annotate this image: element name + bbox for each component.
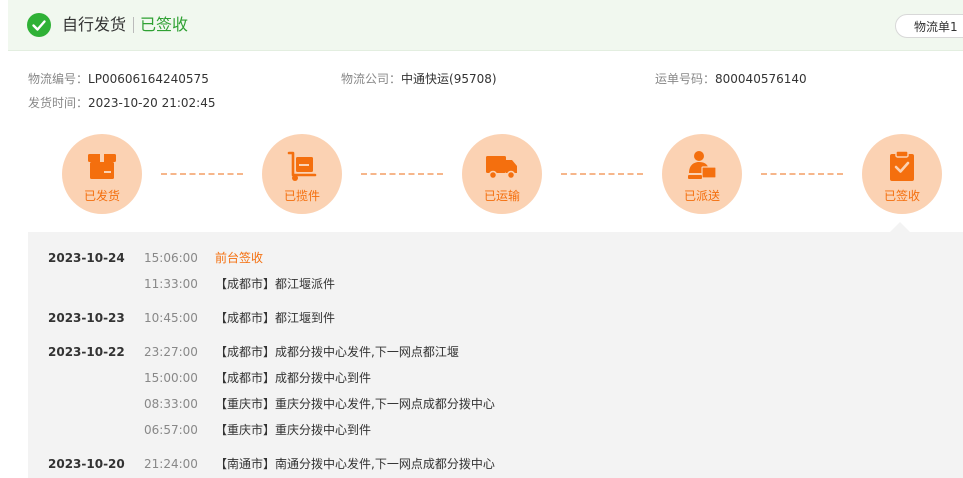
- log-time: 23:27:00: [144, 345, 198, 359]
- log-time: 15:06:00: [144, 251, 198, 265]
- step-picked-up: 已揽件: [262, 134, 342, 214]
- log-message: 【成都市】成都分拨中心到件: [215, 371, 372, 385]
- step-connector: [161, 173, 243, 175]
- log-date: 2023-10-24: [48, 251, 125, 265]
- shipping-mode: 自行发货: [62, 15, 127, 34]
- log-time: 10:45:00: [144, 311, 198, 325]
- step-in-transit: 已运输: [462, 134, 542, 214]
- log-row: 2023-10-24 15:06:00 前台签收: [28, 249, 963, 267]
- shipment-header: 自行发货 已签收 物流单1: [8, 0, 963, 51]
- truck-icon: [485, 149, 519, 183]
- delivery-status: 已签收: [140, 15, 189, 34]
- tracking-number-label: 物流编号：: [28, 72, 89, 86]
- tracking-number: 物流编号：LP00606164240575: [28, 71, 209, 87]
- log-row: 2023-10-22 23:27:00 【成都市】成都分拨中心发件,下一网点都江…: [28, 343, 963, 361]
- logistics-company: 物流公司：中通快运(95708): [341, 71, 497, 87]
- log-row: 06:57:00 【重庆市】重庆分拨中心到件: [28, 421, 963, 439]
- log-message: 【南通市】南通分拨中心发件,下一网点成都分拨中心: [215, 457, 495, 471]
- log-time: 11:33:00: [144, 277, 198, 291]
- logistics-company-value: 中通快运(95708): [401, 72, 497, 86]
- logistics-company-label: 物流公司：: [341, 72, 402, 86]
- tracking-log: 2023-10-24 15:06:00 前台签收 11:33:00 【成都市】都…: [28, 232, 963, 478]
- step-label: 已揽件: [283, 189, 320, 203]
- tab-logistics-1[interactable]: 物流单1: [895, 14, 963, 38]
- step-label: 已运输: [483, 189, 520, 203]
- log-message: 【成都市】都江堰派件: [215, 277, 336, 291]
- log-time: 06:57:00: [144, 423, 198, 437]
- log-message: 前台签收: [215, 251, 264, 265]
- waybill-number-value: 800040576140: [715, 72, 807, 86]
- log-row: 11:33:00 【成都市】都江堰派件: [28, 275, 963, 293]
- log-date: 2023-10-20: [48, 457, 125, 471]
- log-message: 【成都市】成都分拨中心发件,下一网点都江堰: [215, 345, 459, 359]
- step-shipped: 已发货: [62, 134, 142, 214]
- waybill-number-label: 运单号码：: [655, 72, 716, 86]
- step-label: 已派送: [683, 189, 720, 203]
- clipboard-check-icon: [885, 149, 919, 183]
- courier-icon: [685, 149, 719, 183]
- waybill-number: 运单号码：800040576140: [655, 71, 807, 87]
- step-connector: [761, 173, 843, 175]
- log-date: 2023-10-22: [48, 345, 125, 359]
- tracking-number-value: LP00606164240575: [88, 72, 209, 86]
- step-label: 已发货: [83, 189, 120, 203]
- step-signed: 已签收: [862, 134, 942, 214]
- log-row: 15:00:00 【成都市】成都分拨中心到件: [28, 369, 963, 387]
- log-message: 【重庆市】重庆分拨中心到件: [215, 423, 372, 437]
- hand-truck-icon: [285, 149, 319, 183]
- ship-time: 发货时间：2023-10-20 21:02:45: [28, 95, 215, 111]
- ship-time-label: 发货时间：: [28, 96, 89, 110]
- log-row: 2023-10-23 10:45:00 【成都市】都江堰到件: [28, 309, 963, 327]
- log-row: 2023-10-20 21:24:00 【南通市】南通分拨中心发件,下一网点成都…: [28, 455, 963, 473]
- step-connector: [361, 173, 443, 175]
- divider: [133, 17, 134, 33]
- log-time: 08:33:00: [144, 397, 198, 411]
- log-time: 21:24:00: [144, 457, 198, 471]
- step-out-for-delivery: 已派送: [662, 134, 742, 214]
- log-date: 2023-10-23: [48, 311, 125, 325]
- active-step-pointer: [890, 222, 910, 232]
- log-message: 【成都市】都江堰到件: [215, 311, 336, 325]
- step-connector: [561, 173, 643, 175]
- box-icon: [85, 149, 119, 183]
- check-circle-icon: [27, 13, 51, 37]
- step-label: 已签收: [883, 189, 920, 203]
- log-row: 08:33:00 【重庆市】重庆分拨中心发件,下一网点成都分拨中心: [28, 395, 963, 413]
- log-time: 15:00:00: [144, 371, 198, 385]
- ship-time-value: 2023-10-20 21:02:45: [88, 96, 216, 110]
- log-message: 【重庆市】重庆分拨中心发件,下一网点成都分拨中心: [215, 397, 495, 411]
